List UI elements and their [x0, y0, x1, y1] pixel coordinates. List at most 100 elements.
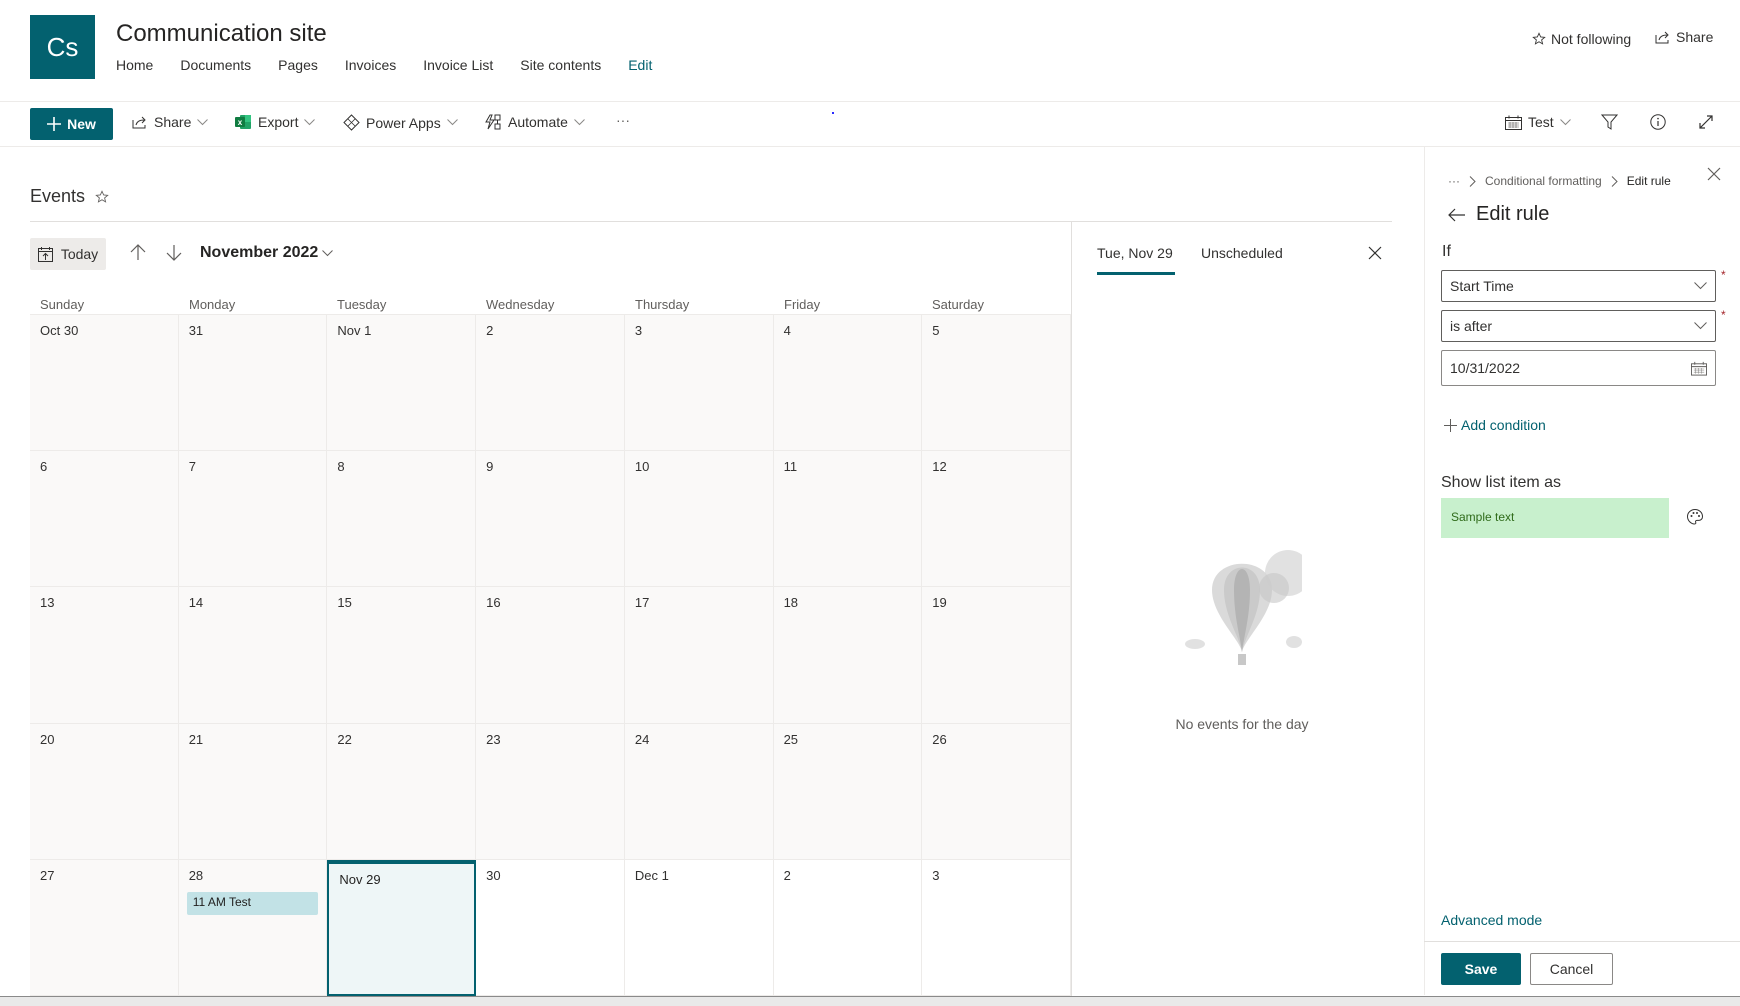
previous-month-button[interactable]	[130, 244, 146, 261]
nav-site-contents[interactable]: Site contents	[520, 57, 601, 73]
calendar-day[interactable]: 20	[30, 723, 179, 860]
calendar-day[interactable]: 9	[476, 451, 625, 588]
calendar-day[interactable]: 11	[773, 451, 923, 588]
calendar-day[interactable]: 3	[922, 859, 1071, 996]
calendar-day[interactable]: Oct 30	[30, 315, 179, 452]
calendar-day[interactable]: 5	[922, 315, 1071, 452]
show-list-item-label: Show list item as	[1441, 474, 1562, 491]
chevron-down-icon	[322, 249, 334, 257]
add-condition-button[interactable]: Add condition	[1444, 417, 1546, 433]
share-command[interactable]: Share	[132, 114, 209, 130]
day-number: 12	[932, 459, 947, 475]
calendar-day[interactable]: 6	[30, 451, 179, 588]
plus-icon	[47, 117, 62, 131]
more-commands-button[interactable]: ···	[616, 112, 630, 128]
calendar-day[interactable]: 13	[30, 587, 179, 724]
info-button[interactable]	[1650, 114, 1666, 130]
column-select[interactable]: Start Time	[1441, 270, 1716, 302]
site-logo[interactable]: Cs	[30, 15, 95, 79]
calendar-day[interactable]: 31	[178, 315, 328, 452]
day-number: 21	[188, 731, 204, 747]
back-arrow-icon[interactable]	[1448, 208, 1466, 222]
breadcrumb-conditional-formatting[interactable]: Conditional formatting	[1485, 174, 1602, 188]
share-command-label: Share	[154, 114, 192, 130]
nav-pages[interactable]: Pages	[278, 57, 318, 73]
calendar-day[interactable]: 15	[327, 587, 477, 724]
weekday-header: Friday	[784, 297, 821, 312]
calendar-day[interactable]: 10	[624, 451, 774, 588]
chevron-down-icon	[197, 118, 209, 126]
nav-invoices[interactable]: Invoices	[345, 57, 396, 73]
calendar-day[interactable]: 30	[476, 859, 625, 996]
tab-unscheduled[interactable]: Unscheduled	[1201, 245, 1283, 261]
format-preview[interactable]: Sample text	[1441, 498, 1669, 538]
calendar-day[interactable]: 19	[922, 587, 1071, 724]
filter-icon	[1601, 114, 1618, 130]
cancel-button[interactable]: Cancel	[1530, 953, 1613, 985]
close-icon	[1707, 167, 1721, 181]
calendar-day[interactable]: 2	[476, 315, 625, 452]
calendar-day[interactable]: 4	[773, 315, 923, 452]
day-pane-divider	[1071, 222, 1072, 996]
weekday-header: Sunday	[40, 297, 85, 312]
today-button[interactable]: Today	[30, 238, 106, 270]
calendar-day[interactable]: 17	[624, 587, 774, 724]
calendar-day[interactable]: 2	[773, 859, 923, 996]
calendar-day[interactable]: 16	[476, 587, 625, 724]
automate-command[interactable]: Automate	[484, 114, 585, 130]
calendar-day[interactable]: 28 11 AM Test	[178, 859, 328, 996]
day-number: Nov 29	[339, 871, 381, 887]
event-chip[interactable]: 11 AM Test	[186, 891, 319, 915]
date-value-input[interactable]: 10/31/2022	[1441, 350, 1716, 386]
weekday-header: Monday	[189, 297, 236, 312]
power-apps-command[interactable]: Power Apps	[343, 114, 458, 131]
calendar-day[interactable]: 3	[624, 315, 774, 452]
calendar-day[interactable]: 14	[178, 587, 328, 724]
nav-documents[interactable]: Documents	[180, 57, 251, 73]
favorite-star-icon[interactable]	[95, 189, 109, 204]
calendar-day[interactable]: 21	[178, 723, 328, 860]
filter-button[interactable]	[1601, 114, 1618, 130]
close-panel-button[interactable]	[1707, 167, 1721, 181]
nav-invoice-list[interactable]: Invoice List	[423, 57, 493, 73]
new-button[interactable]: New	[30, 108, 113, 140]
horizontal-scrollbar[interactable]	[0, 996, 1740, 1006]
nav-edit[interactable]: Edit	[628, 57, 652, 73]
calendar-day[interactable]: 25	[773, 723, 923, 860]
close-day-pane-button[interactable]	[1368, 246, 1382, 260]
palette-button[interactable]	[1686, 508, 1704, 526]
calendar-day[interactable]: Dec 1	[624, 859, 774, 996]
site-share-button[interactable]: Share	[1655, 29, 1713, 45]
automate-icon	[484, 114, 502, 130]
day-number: 26	[932, 731, 947, 747]
chevron-right-icon	[1469, 175, 1476, 187]
calendar-day[interactable]: 27	[30, 859, 179, 996]
calendar-icon[interactable]	[1691, 361, 1707, 376]
nav-home[interactable]: Home	[116, 57, 153, 73]
next-month-button[interactable]	[166, 244, 182, 261]
calendar-day[interactable]: 23	[476, 723, 625, 860]
site-title[interactable]: Communication site	[116, 20, 327, 48]
calendar-day[interactable]: 22	[327, 723, 477, 860]
day-number: 22	[337, 731, 352, 747]
calendar-day[interactable]: 18	[773, 587, 923, 724]
calendar-day-today[interactable]: Nov 29	[327, 859, 477, 996]
calendar-day[interactable]: Nov 1	[327, 315, 477, 452]
calendar-day[interactable]: 12	[922, 451, 1071, 588]
expand-button[interactable]	[1698, 114, 1714, 130]
save-button[interactable]: Save	[1441, 953, 1521, 985]
operator-select[interactable]: is after	[1441, 310, 1716, 342]
export-command[interactable]: x Export	[235, 114, 316, 130]
breadcrumb-overflow-button[interactable]: ···	[1448, 174, 1460, 188]
header-divider	[0, 101, 1740, 102]
advanced-mode-link[interactable]: Advanced mode	[1441, 912, 1542, 928]
follow-button[interactable]: Not following	[1532, 31, 1631, 47]
calendar-day[interactable]: 7	[178, 451, 328, 588]
day-number: 9	[486, 459, 494, 475]
month-picker[interactable]: November 2022	[200, 244, 334, 262]
view-switcher[interactable]: Test	[1505, 114, 1571, 130]
calendar-day[interactable]: 26	[922, 723, 1071, 860]
tab-selected-day[interactable]: Tue, Nov 29	[1097, 245, 1173, 261]
calendar-day[interactable]: 8	[327, 451, 477, 588]
calendar-day[interactable]: 24	[624, 723, 774, 860]
